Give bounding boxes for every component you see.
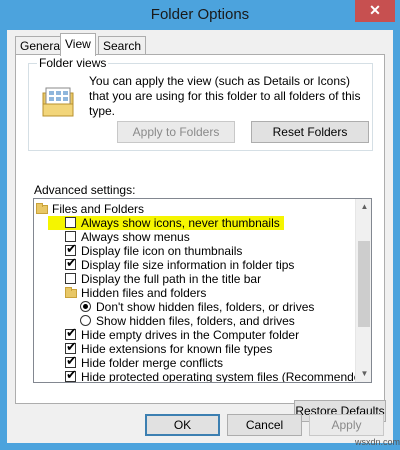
checkbox-label: Hide empty drives in the Computer folder: [81, 328, 300, 342]
scroll-down-arrow-icon[interactable]: ▼: [356, 366, 371, 382]
checkbox-box[interactable]: [65, 273, 76, 284]
checkbox-box[interactable]: [65, 217, 76, 228]
checkbox-label: Always show menus: [81, 230, 190, 244]
title-bar[interactable]: Folder Options ✕: [0, 0, 400, 30]
radio-button[interactable]: [80, 301, 91, 312]
folder-views-legend: Folder views: [37, 56, 109, 70]
close-button[interactable]: ✕: [355, 0, 395, 22]
scrollbar-thumb[interactable]: [358, 241, 370, 327]
scroll-up-arrow-icon[interactable]: ▲: [356, 199, 371, 215]
checkbox-label: Always show icons, never thumbnails: [81, 216, 280, 230]
folder-view-icon: [42, 87, 74, 117]
folder-views-group: Folder views You can apply the view (suc…: [28, 56, 373, 151]
reset-folders-button[interactable]: Reset Folders: [251, 121, 369, 143]
checkbox-label: Hide extensions for known file types: [81, 342, 273, 356]
advanced-settings-tree[interactable]: Files and Folders Always show icons, nev…: [33, 198, 372, 383]
folder-views-description: You can apply the view (such as Details …: [89, 74, 361, 118]
radio-label: Don't show hidden files, folders, or dri…: [96, 300, 315, 314]
checkbox-box[interactable]: ✔: [65, 255, 77, 270]
watermark-text: wsxdn.com: [355, 437, 400, 447]
check-mark-icon: ✔: [66, 325, 77, 340]
apply-to-folders-button[interactable]: Apply to Folders: [117, 121, 235, 143]
tree-item-label: Files and Folders: [52, 202, 145, 216]
tab-view-label: View: [65, 37, 91, 51]
tab-general-label: General: [20, 39, 63, 53]
folder-icon: [65, 287, 77, 298]
radio-selected-dot: [83, 304, 88, 309]
tab-view[interactable]: View: [60, 33, 96, 56]
check-mark-icon: ✔: [66, 339, 77, 354]
radio-label: Show hidden files, folders, and drives: [96, 314, 295, 328]
check-mark-icon: ✔: [66, 353, 77, 368]
tree-item-label: Hidden files and folders: [81, 286, 207, 300]
apply-button[interactable]: Apply: [309, 414, 384, 436]
advanced-settings-label: Advanced settings:: [34, 183, 136, 197]
check-mark-icon: ✔: [66, 367, 77, 382]
view-tab-panel: Folder views You can apply the view (suc…: [15, 54, 386, 422]
checkbox-label: Hide protected operating system files (R…: [81, 370, 372, 383]
tab-search[interactable]: Search: [98, 36, 147, 55]
close-icon: ✕: [369, 2, 381, 18]
folder-icon: [36, 203, 48, 214]
checkbox-label: Hide folder merge conflicts: [81, 356, 224, 370]
folder-options-window: Folder Options ✕ General View Search Fol…: [0, 0, 400, 450]
vertical-scrollbar[interactable]: ▲ ▼: [355, 199, 371, 382]
check-mark-icon: ✔: [66, 255, 77, 270]
checkbox-label: Display file icon on thumbnails: [81, 244, 243, 258]
check-mark-icon: ✔: [66, 241, 77, 256]
cancel-button[interactable]: Cancel: [227, 414, 302, 436]
window-title: Folder Options: [150, 6, 250, 23]
checkbox-box[interactable]: ✔: [65, 367, 77, 382]
ok-button[interactable]: OK: [145, 414, 220, 436]
dialog-client: General View Search Folder views You can…: [7, 30, 393, 443]
checkbox-label: Display file size information in folder …: [81, 258, 295, 272]
tab-search-label: Search: [103, 39, 142, 53]
checkbox-label: Display the full path in the title bar: [81, 272, 262, 286]
radio-button[interactable]: [80, 315, 91, 326]
